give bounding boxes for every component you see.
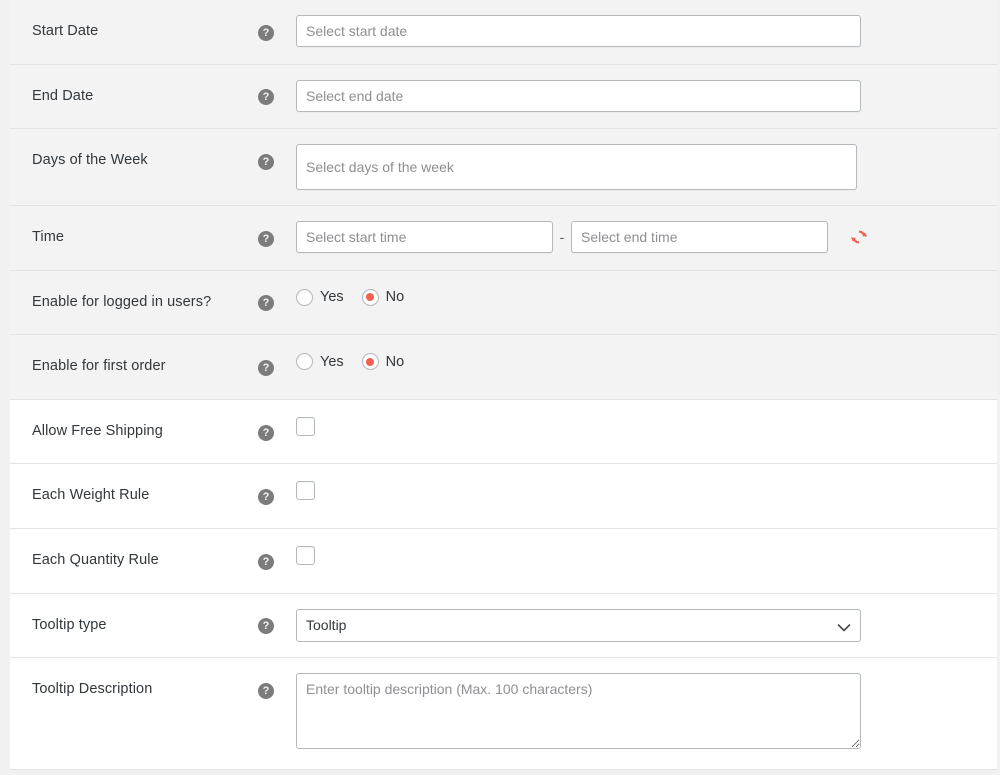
row-label-tooltip-description: Tooltip Description [32, 681, 153, 698]
label-cell: Start Date [10, 0, 258, 64]
radio-indicator-selected [361, 288, 379, 306]
radio-label: No [385, 353, 405, 370]
form-row-end-date: End Date ? [10, 64, 997, 129]
settings-form-table: Start Date ? End Date ? [10, 0, 997, 770]
help-cell: ? [258, 399, 296, 464]
field-cell: Tooltip [296, 593, 997, 658]
row-label-end-date: End Date [32, 87, 94, 104]
help-icon[interactable]: ? [258, 89, 274, 106]
each-weight-rule-checkbox[interactable] [296, 481, 315, 501]
label-cell: Enable for first order [10, 335, 258, 400]
radio-label: Yes [320, 289, 344, 306]
label-cell: Each Weight Rule [10, 464, 258, 529]
start-date-input[interactable] [296, 15, 861, 47]
help-cell: ? [258, 64, 296, 129]
row-label-enable-first-order: Enable for first order [32, 358, 166, 375]
form-row-tooltip-description: Tooltip Description ? [10, 657, 997, 770]
row-label-time: Time [32, 229, 65, 246]
field-cell [296, 0, 997, 64]
tooltip-type-select-wrapper: Tooltip [296, 608, 861, 642]
form-row-time: Time ? - [10, 205, 997, 271]
row-label-days-of-week: Days of the Week [32, 152, 148, 169]
form-row-allow-free-shipping: Allow Free Shipping ? [10, 399, 997, 464]
field-cell [296, 129, 997, 206]
field-cell [296, 464, 997, 529]
form-row-days-of-week: Days of the Week ? [10, 128, 997, 206]
field-cell: - [296, 206, 997, 271]
settings-page: Start Date ? End Date ? [0, 0, 1000, 775]
allow-free-shipping-checkbox[interactable] [296, 416, 315, 436]
label-cell: Tooltip type [10, 593, 258, 658]
help-icon[interactable]: ? [258, 682, 274, 699]
field-cell [296, 528, 997, 593]
tooltip-description-textarea[interactable] [296, 673, 861, 750]
help-cell: ? [258, 335, 296, 400]
time-range-group: - [296, 221, 997, 254]
help-icon[interactable]: ? [258, 230, 274, 247]
field-cell [296, 64, 997, 129]
form-row-enable-logged-in: Enable for logged in users? ? Yes No [10, 270, 997, 335]
field-cell: Yes No [296, 335, 997, 400]
enable-first-order-radio-yes[interactable]: Yes [296, 353, 344, 371]
row-label-each-weight-rule: Each Weight Rule [32, 487, 150, 504]
enable-logged-in-radio-yes[interactable]: Yes [296, 288, 344, 306]
radio-label: No [385, 289, 405, 306]
help-cell: ? [258, 464, 296, 529]
row-label-enable-logged-in: Enable for logged in users? [32, 293, 212, 310]
field-cell [296, 658, 997, 770]
radio-indicator [296, 353, 313, 371]
help-icon[interactable]: ? [258, 618, 274, 635]
row-label-start-date: Start Date [32, 23, 99, 39]
radio-label: Yes [320, 353, 344, 370]
form-row-start-date: Start Date ? [10, 0, 997, 65]
label-cell: End Date [10, 64, 258, 129]
field-cell: Yes No [296, 270, 997, 335]
radio-indicator [296, 288, 313, 306]
help-icon[interactable]: ? [258, 489, 274, 506]
help-icon[interactable]: ? [258, 553, 274, 570]
help-cell: ? [258, 658, 296, 770]
form-row-each-quantity-rule: Each Quantity Rule ? [10, 528, 997, 593]
field-cell [296, 399, 997, 464]
left-gutter [0, 0, 10, 775]
sync-refresh-icon[interactable] [848, 226, 870, 248]
help-icon[interactable]: ? [258, 24, 274, 41]
help-icon[interactable]: ? [258, 295, 274, 312]
enable-first-order-radio-no[interactable]: No [361, 353, 405, 371]
form-row-tooltip-type: Tooltip type ? Tooltip [10, 593, 997, 658]
end-time-input[interactable] [571, 221, 828, 254]
each-quantity-rule-checkbox[interactable] [296, 545, 315, 565]
enable-first-order-radio-group: Yes No [296, 350, 997, 371]
start-time-input[interactable] [296, 221, 553, 254]
row-label-allow-free-shipping: Allow Free Shipping [32, 422, 163, 439]
help-cell: ? [258, 129, 296, 206]
help-icon[interactable]: ? [258, 360, 274, 377]
label-cell: Days of the Week [10, 129, 258, 206]
help-cell: ? [258, 206, 296, 271]
row-label-tooltip-type: Tooltip type [32, 616, 107, 633]
help-icon[interactable]: ? [258, 424, 274, 441]
enable-logged-in-radio-group: Yes No [296, 286, 997, 306]
help-cell: ? [258, 528, 296, 593]
form-row-each-weight-rule: Each Weight Rule ? [10, 463, 997, 529]
label-cell: Each Quantity Rule [10, 528, 258, 593]
label-cell: Time [10, 206, 258, 271]
help-cell: ? [258, 0, 296, 64]
label-cell: Enable for logged in users? [10, 270, 258, 335]
radio-indicator-selected [361, 353, 379, 371]
time-range-separator: - [559, 229, 565, 246]
help-icon[interactable]: ? [258, 153, 274, 170]
enable-logged-in-radio-no[interactable]: No [361, 288, 405, 306]
label-cell: Tooltip Description [10, 658, 258, 770]
days-of-week-input[interactable] [296, 144, 857, 191]
help-cell: ? [258, 270, 296, 335]
help-cell: ? [258, 593, 296, 658]
form-row-enable-first-order: Enable for first order ? Yes No [10, 334, 997, 400]
end-date-input[interactable] [296, 79, 861, 112]
row-label-each-quantity-rule: Each Quantity Rule [32, 551, 159, 568]
label-cell: Allow Free Shipping [10, 399, 258, 464]
tooltip-type-select[interactable]: Tooltip [296, 608, 861, 642]
